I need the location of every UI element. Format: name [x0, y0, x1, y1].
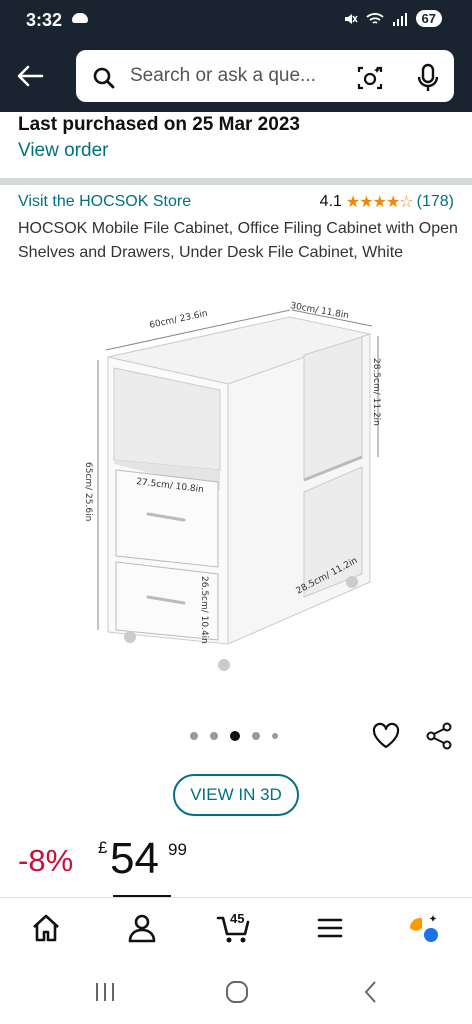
share-icon[interactable] [424, 721, 454, 751]
recent-apps-icon[interactable] [92, 981, 118, 1003]
carousel-dot[interactable] [190, 732, 198, 740]
carousel-dot[interactable] [210, 732, 218, 740]
menu-icon[interactable] [312, 910, 348, 946]
dim-height-label: 65cm/ 25.6in [83, 462, 93, 521]
dim-width-label: 60cm/ 23.6in [149, 309, 209, 331]
view-in-3d-button[interactable]: VIEW IN 3D [173, 774, 299, 816]
signal-icon [392, 12, 407, 26]
view-order-link[interactable]: View order [18, 140, 108, 162]
dim-drawer-height-label: 26.5cm/ 10.4in [199, 576, 209, 644]
rating-count[interactable]: (178) [417, 193, 454, 211]
product-image[interactable]: 60cm/ 23.6in 30cm/ 11.8in 65cm/ 25.6in 2… [80, 292, 400, 692]
search-bar[interactable]: Search or ask a que... [74, 48, 456, 104]
price-whole: 54 [110, 834, 159, 883]
status-time: 3:32 [26, 10, 63, 30]
image-carousel-dots [190, 731, 278, 741]
price-fraction: 99 [168, 840, 187, 859]
back-arrow-icon[interactable] [14, 60, 46, 92]
microphone-icon[interactable] [416, 63, 440, 93]
dim-depth-label: 30cm/ 11.8in [289, 301, 349, 321]
home-icon[interactable] [28, 910, 64, 946]
search-input[interactable]: Search or ask a que... [130, 65, 344, 87]
cloud-icon [72, 13, 88, 23]
system-nav-bar [0, 963, 472, 1024]
carousel-dot[interactable] [230, 731, 240, 741]
status-bar: 3:32 67 [0, 0, 472, 42]
discount-percent: -8% [18, 843, 74, 878]
section-divider [0, 178, 472, 185]
cart-count-badge: 45 [230, 911, 245, 926]
heart-icon[interactable] [371, 721, 401, 751]
camera-lens-icon[interactable] [356, 64, 384, 92]
last-purchased-title: Last purchased on 25 Mar 2023 [18, 114, 300, 135]
app-header: Search or ask a que... [0, 42, 472, 112]
battery-level: 67 [415, 10, 442, 27]
star-rating-icon: ★★★★☆ [345, 194, 414, 211]
price-currency: £ [98, 838, 108, 857]
search-icon [93, 67, 115, 89]
status-icons: 67 [342, 10, 442, 27]
product-title: HOCSOK Mobile File Cabinet, Office Filin… [18, 220, 458, 261]
bottom-nav [0, 897, 472, 963]
account-icon[interactable] [124, 910, 160, 946]
wifi-icon [365, 12, 384, 24]
rating-value: 4.1 [319, 193, 342, 210]
rufus-icon[interactable] [406, 910, 442, 946]
home-circle-icon[interactable] [224, 979, 250, 1005]
dim-shelf-height-label: 28.5cm/ 11.2in [371, 358, 381, 426]
mute-icon [344, 13, 358, 24]
store-link[interactable]: Visit the HOCSOK Store [18, 193, 191, 211]
rating-summary[interactable]: 4.1 ★★★★☆ (178) [320, 192, 454, 212]
carousel-dot[interactable] [272, 733, 278, 739]
carousel-dot[interactable] [252, 732, 260, 740]
system-back-icon[interactable] [358, 979, 384, 1005]
